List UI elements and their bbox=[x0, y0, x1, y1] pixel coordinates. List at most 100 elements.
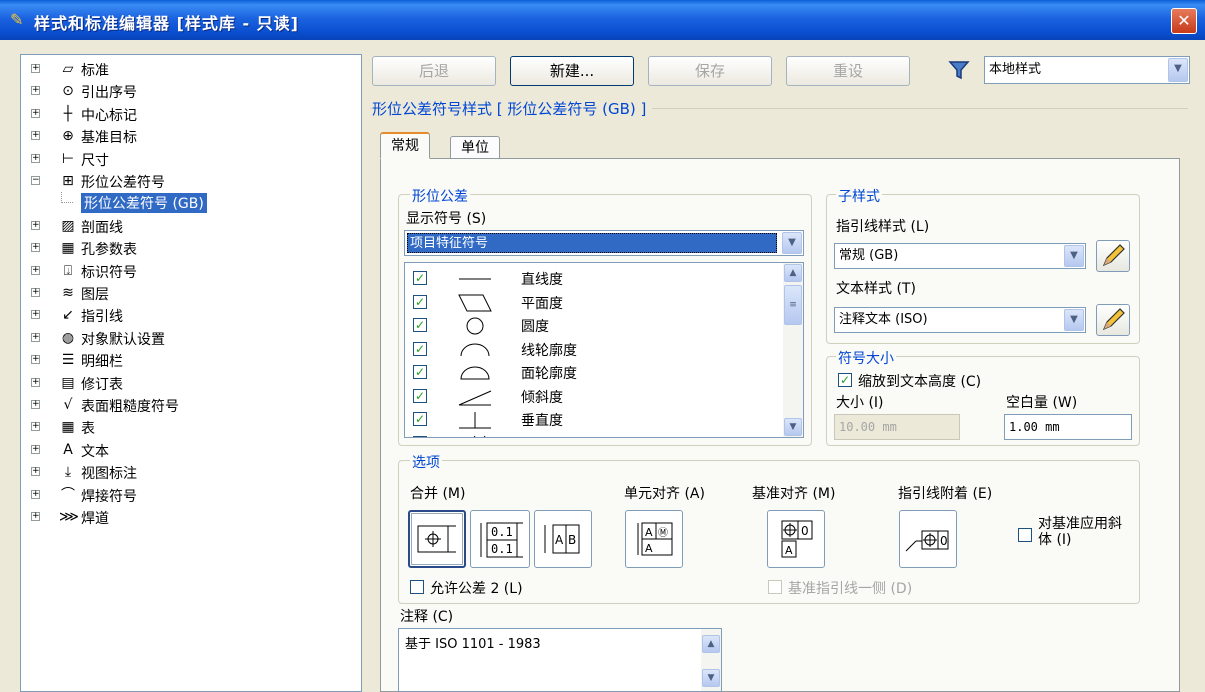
text-style-combo[interactable]: 注释文本 (ISO) ▼ bbox=[834, 307, 1086, 333]
symbol-list-item[interactable]: ✓ 直线度 bbox=[405, 267, 785, 291]
merge-datum-button[interactable]: A B bbox=[534, 510, 592, 568]
tree-item[interactable]: + ▤ 修订表 bbox=[21, 372, 361, 394]
chevron-down-icon[interactable]: ▼ bbox=[1064, 245, 1084, 267]
scroll-up-icon[interactable]: ▲ bbox=[702, 635, 720, 653]
expand-icon[interactable]: + bbox=[31, 467, 40, 477]
display-symbol-combo[interactable]: 项目特征符号 ▼ bbox=[404, 230, 804, 256]
expand-icon[interactable]: + bbox=[31, 108, 40, 118]
edit-leader-style-button[interactable] bbox=[1096, 240, 1130, 272]
spacing-input[interactable]: 1.00 mm bbox=[1004, 414, 1132, 440]
tab-general[interactable]: 常规 bbox=[380, 132, 430, 159]
expand-icon[interactable]: + bbox=[31, 400, 40, 409]
tree-item[interactable]: + ┼ 中心标记 bbox=[21, 103, 361, 125]
notes-textarea[interactable]: 基于 ISO 1101 - 1983 ▲ ▼ bbox=[398, 628, 722, 692]
collapse-icon[interactable]: − bbox=[31, 176, 40, 185]
tree-item[interactable]: + ⊙ 引出序号 bbox=[21, 80, 361, 102]
symbol-checkbox[interactable]: ✓ bbox=[413, 318, 427, 332]
tree-item[interactable]: + ☰ 明细栏 bbox=[21, 349, 361, 371]
tree-item[interactable]: + ⤓ 视图标注 bbox=[21, 461, 361, 483]
tree-item[interactable]: + ↙ 指引线 bbox=[21, 304, 361, 326]
save-button[interactable]: 保存 bbox=[648, 56, 772, 86]
symbol-list-item[interactable]: ✓ 垂直度 bbox=[405, 408, 785, 432]
expand-icon[interactable]: + bbox=[31, 512, 40, 521]
notes-scrollbar[interactable]: ▲ ▼ bbox=[701, 629, 721, 691]
tree-item[interactable]: + ◍ 对象默认设置 bbox=[21, 327, 361, 349]
tree-item[interactable]: − ⊞ 形位公差符号 bbox=[21, 170, 361, 192]
tree-item[interactable]: 形位公差符号 (GB) bbox=[21, 192, 361, 214]
size-label: 大小 (I) bbox=[836, 395, 884, 411]
expand-icon[interactable]: + bbox=[31, 422, 40, 432]
scroll-down-icon[interactable]: ▼ bbox=[784, 418, 802, 436]
expand-icon[interactable]: + bbox=[31, 355, 40, 365]
symbol-list-scrollbar[interactable]: ▲ ≡ ▼ bbox=[783, 263, 803, 437]
symbol-list-item[interactable]: ✓ 线轮廓度 bbox=[405, 338, 785, 362]
reset-button[interactable]: 重设 bbox=[786, 56, 910, 86]
symbol-checkbox[interactable]: ✓ bbox=[413, 365, 427, 379]
expand-icon[interactable]: + bbox=[31, 377, 40, 387]
cell-align-button[interactable]: A Ⓜ A bbox=[625, 510, 683, 568]
symbol-checkbox[interactable]: ✓ bbox=[413, 412, 427, 426]
expand-icon[interactable]: + bbox=[31, 153, 40, 163]
expand-icon[interactable]: + bbox=[31, 332, 40, 342]
datum-leader-side-checkbox[interactable] bbox=[768, 580, 782, 594]
symbol-checkbox[interactable]: ✓ bbox=[413, 388, 427, 403]
merge-symbol-button[interactable] bbox=[408, 510, 466, 568]
symbol-list-item[interactable]: ✓ 圆度 bbox=[405, 314, 785, 338]
tree-item[interactable]: + A 文本 bbox=[21, 439, 361, 461]
expand-icon[interactable]: + bbox=[31, 489, 40, 499]
tab-units[interactable]: 单位 bbox=[450, 136, 500, 158]
tree-item[interactable]: + ▦ 孔参数表 bbox=[21, 237, 361, 259]
expand-icon[interactable]: + bbox=[31, 288, 40, 297]
expand-icon[interactable]: + bbox=[31, 444, 40, 454]
new-button[interactable]: 新建... bbox=[510, 56, 634, 86]
expand-icon[interactable]: + bbox=[31, 131, 40, 141]
tree-item-label: 中心标记 bbox=[81, 107, 137, 124]
leader-style-combo[interactable]: 常规 (GB) ▼ bbox=[834, 243, 1086, 269]
symbol-list[interactable]: ▲ ≡ ▼ ✓ 直线度 ✓ 平面度 ✓ 圆度 ✓ 线轮廓度 ✓ 面轮廓度 ✓ 倾斜度 ✓ 垂直度 ✓ 平行度 bbox=[404, 262, 804, 438]
leader-style-value: 常规 (GB) bbox=[839, 248, 899, 263]
tree-item[interactable]: + ▨ 剖面线 bbox=[21, 215, 361, 237]
symbol-checkbox[interactable]: ✓ bbox=[413, 341, 427, 356]
allow-tol2-checkbox[interactable] bbox=[410, 580, 424, 594]
symbol-checkbox[interactable]: ✓ bbox=[413, 271, 427, 285]
chevron-down-icon[interactable]: ▼ bbox=[1168, 58, 1188, 82]
tree-item[interactable]: + ⊕ 基准目标 bbox=[21, 125, 361, 147]
expand-icon[interactable]: + bbox=[31, 310, 40, 320]
scroll-up-icon[interactable]: ▲ bbox=[784, 264, 802, 282]
leader-attach-button[interactable]: 0 bbox=[899, 510, 957, 568]
scroll-thumb[interactable]: ≡ bbox=[784, 285, 802, 325]
tree-item[interactable]: + ⍗ 标识符号 bbox=[21, 260, 361, 282]
cell-align-a2: A bbox=[645, 542, 653, 555]
tree-item[interactable]: + ⌒ 焊接符号 bbox=[21, 484, 361, 506]
merge-tolerance-button[interactable]: 0.1 0.1 bbox=[470, 510, 530, 568]
tree-item[interactable]: + ▱ 标准 bbox=[21, 58, 361, 80]
chevron-down-icon[interactable]: ▼ bbox=[1064, 309, 1084, 331]
edit-text-style-button[interactable] bbox=[1096, 304, 1130, 336]
symbol-list-item[interactable]: ✓ 倾斜度 bbox=[405, 385, 785, 409]
symbol-list-item[interactable]: ✓ 平面度 bbox=[405, 291, 785, 315]
expand-icon[interactable]: + bbox=[31, 265, 40, 275]
symbol-list-item[interactable]: ✓ 面轮廓度 bbox=[405, 361, 785, 385]
datum-align-button[interactable]: 0 A bbox=[767, 510, 825, 568]
scroll-down-icon[interactable]: ▼ bbox=[702, 669, 720, 687]
tree-item[interactable]: + ⋙ 焊道 bbox=[21, 506, 361, 528]
tree-item[interactable]: + √ 表面粗糙度符号 bbox=[21, 394, 361, 416]
filter-combo[interactable]: 本地样式 ▼ bbox=[984, 56, 1190, 84]
chevron-down-icon[interactable]: ▼ bbox=[782, 232, 802, 254]
close-button[interactable]: ✕ bbox=[1171, 8, 1197, 34]
apply-bevel-checkbox[interactable] bbox=[1018, 528, 1032, 542]
symbol-checkbox[interactable]: ✓ bbox=[413, 435, 427, 437]
symbol-list-item[interactable]: ✓ 平行度 bbox=[405, 432, 785, 437]
tree-item[interactable]: + ≋ 图层 bbox=[21, 282, 361, 304]
style-tree[interactable]: + ▱ 标准 + ⊙ 引出序号 + ┼ 中心标记 + ⊕ 基准目标 + ⊢ 尺寸 − ⊞ 形位公差符号 形位公差符号… bbox=[20, 54, 362, 692]
size-input[interactable]: 10.00 mm bbox=[834, 414, 960, 440]
back-button[interactable]: 后退 bbox=[372, 56, 496, 86]
symbol-checkbox[interactable]: ✓ bbox=[413, 294, 427, 309]
scale-to-text-checkbox[interactable]: ✓ bbox=[838, 373, 852, 387]
tree-item[interactable]: + ⊢ 尺寸 bbox=[21, 148, 361, 170]
expand-icon[interactable]: + bbox=[31, 64, 40, 73]
tree-item[interactable]: + ▦ 表 bbox=[21, 416, 361, 438]
expand-icon[interactable]: + bbox=[31, 86, 40, 96]
expand-icon[interactable]: + bbox=[31, 243, 40, 253]
expand-icon[interactable]: + bbox=[31, 220, 40, 230]
